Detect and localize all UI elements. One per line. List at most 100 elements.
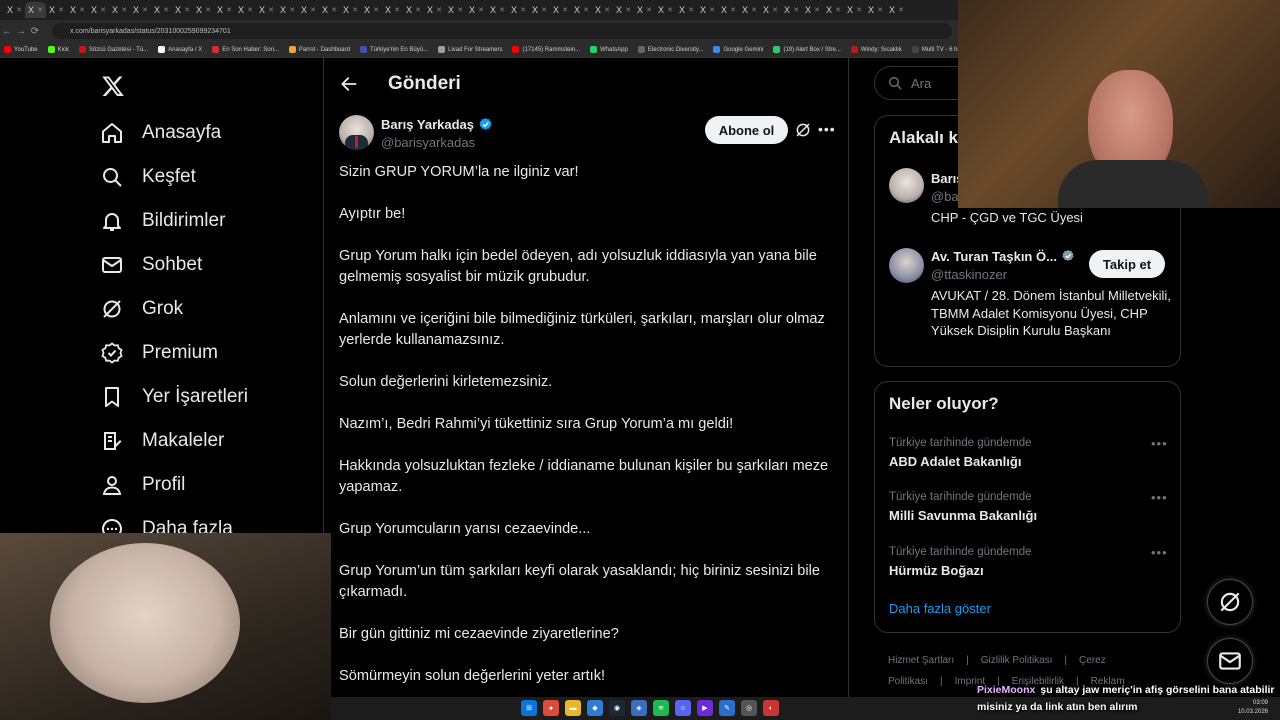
browser-tab[interactable]: X ✕	[550, 2, 571, 18]
close-icon[interactable]: ✕	[247, 6, 253, 14]
sidebar-item-premium[interactable]: Premium	[100, 338, 218, 368]
close-icon[interactable]: ✕	[58, 6, 64, 14]
bookmark-item[interactable]: Electronic Diversity...	[637, 46, 703, 53]
follow-button[interactable]: Takip et	[1089, 250, 1165, 278]
browser-tab[interactable]: X ✕	[67, 2, 88, 18]
close-icon[interactable]: ✕	[184, 6, 190, 14]
close-icon[interactable]: ✕	[415, 6, 421, 14]
app-icon[interactable]: ◎	[741, 700, 757, 716]
browser-tab[interactable]: X ✕	[886, 2, 907, 18]
bookmark-item[interactable]: (17145) Rammstein...	[512, 46, 580, 53]
close-icon[interactable]: ✕	[100, 6, 106, 14]
close-icon[interactable]: ✕	[793, 6, 799, 14]
close-icon[interactable]: ✕	[310, 6, 316, 14]
close-icon[interactable]: ✕	[457, 6, 463, 14]
close-icon[interactable]: ✕	[751, 6, 757, 14]
close-icon[interactable]: ✕	[688, 6, 694, 14]
browser-tab[interactable]: X ✕	[130, 2, 151, 18]
browser-tab[interactable]: X ✕	[361, 2, 382, 18]
bookmark-item[interactable]: Türkiye'nin En Büyü...	[359, 46, 428, 53]
related-handle[interactable]: @ba	[931, 189, 959, 204]
close-icon[interactable]: ✕	[541, 6, 547, 14]
browser-tab[interactable]: X ✕	[655, 2, 676, 18]
close-icon[interactable]: ✕	[646, 6, 652, 14]
close-icon[interactable]: ✕	[709, 6, 715, 14]
browser-tab[interactable]: X ✕	[634, 2, 655, 18]
browser-tab[interactable]: X ✕	[109, 2, 130, 18]
trend-item[interactable]: Hürmüz Boğazı	[889, 563, 984, 578]
bookmark-item[interactable]: Kick	[47, 46, 69, 53]
close-icon[interactable]: ✕	[121, 6, 127, 14]
related-handle[interactable]: @ttaskinozer	[931, 267, 1007, 282]
windows-start-icon[interactable]: ⊞	[521, 700, 537, 716]
browser-tab[interactable]: X ✕	[529, 2, 550, 18]
app-icon[interactable]: ✎	[719, 700, 735, 716]
close-icon[interactable]: ✕	[856, 6, 862, 14]
browser-tab[interactable]: X ✕	[508, 2, 529, 18]
browser-tab[interactable]: X ✕	[571, 2, 592, 18]
browser-tab[interactable]: X ✕	[172, 2, 193, 18]
sidebar-item-notifications[interactable]: Bildirimler	[100, 206, 225, 236]
author-avatar[interactable]	[339, 115, 374, 150]
bookmark-item[interactable]: Windy: Sıcaklık	[850, 46, 902, 53]
bookmark-item[interactable]: Parrot - Dashboard	[288, 46, 350, 53]
browser-tab[interactable]: X ✕	[25, 2, 46, 18]
close-icon[interactable]: ✕	[730, 6, 736, 14]
app-icon[interactable]: ◐	[763, 700, 779, 716]
url-field[interactable]: x.com/barisyarkadas/status/2031000259099…	[52, 23, 952, 39]
close-icon[interactable]: ✕	[814, 6, 820, 14]
close-icon[interactable]: ✕	[478, 6, 484, 14]
folder-icon[interactable]: ▬	[565, 700, 581, 716]
related-avatar[interactable]	[889, 248, 924, 283]
browser-tab[interactable]: X ✕	[319, 2, 340, 18]
close-icon[interactable]: ✕	[898, 6, 904, 14]
close-icon[interactable]: ✕	[289, 6, 295, 14]
author-handle[interactable]: @barisyarkadas	[381, 135, 475, 150]
browser-tab[interactable]: X ✕	[445, 2, 466, 18]
author-name[interactable]: Barış Yarkadaş	[381, 117, 474, 132]
footer-link[interactable]: Gizlilik Politikası	[981, 655, 1053, 666]
close-icon[interactable]: ✕	[163, 6, 169, 14]
discord-icon[interactable]: ☺	[675, 700, 691, 716]
close-icon[interactable]: ✕	[436, 6, 442, 14]
trend-more-icon[interactable]: •••	[1151, 545, 1168, 560]
sidebar-item-articles[interactable]: Makaleler	[100, 426, 224, 456]
browser-tab[interactable]: X ✕	[256, 2, 277, 18]
sidebar-item-grok[interactable]: Grok	[100, 294, 183, 324]
browser-tab[interactable]: X ✕	[235, 2, 256, 18]
close-icon[interactable]: ✕	[562, 6, 568, 14]
browser-tab[interactable]: X ✕	[214, 2, 235, 18]
steam-icon[interactable]: ◉	[609, 700, 625, 716]
close-icon[interactable]: ✕	[772, 6, 778, 14]
back-nav-icon[interactable]: ←	[0, 26, 14, 37]
close-icon[interactable]: ✕	[520, 6, 526, 14]
browser-tab[interactable]: X ✕	[151, 2, 172, 18]
app-icon[interactable]: ▶	[697, 700, 713, 716]
close-icon[interactable]: ✕	[142, 6, 148, 14]
browser-tab[interactable]: X ✕	[382, 2, 403, 18]
sidebar-item-bookmarks[interactable]: Yer İşaretleri	[100, 382, 248, 412]
trend-item[interactable]: Milli Savunma Bakanlığı	[889, 508, 1037, 523]
close-icon[interactable]: ✕	[37, 6, 43, 14]
browser-tab[interactable]: X ✕	[193, 2, 214, 18]
browser-tab[interactable]: X ✕	[844, 2, 865, 18]
close-icon[interactable]: ✕	[394, 6, 400, 14]
browser-tab[interactable]: X ✕	[676, 2, 697, 18]
reload-icon[interactable]: ⟳	[28, 26, 42, 37]
browser-tab[interactable]: X ✕	[592, 2, 613, 18]
close-icon[interactable]: ✕	[499, 6, 505, 14]
browser-tab[interactable]: X ✕	[277, 2, 298, 18]
related-avatar[interactable]	[889, 168, 924, 203]
browser-tab[interactable]: X ✕	[46, 2, 67, 18]
close-icon[interactable]: ✕	[667, 6, 673, 14]
close-icon[interactable]: ✕	[352, 6, 358, 14]
close-icon[interactable]: ✕	[835, 6, 841, 14]
close-icon[interactable]: ✕	[79, 6, 85, 14]
browser-tab[interactable]: X ✕	[466, 2, 487, 18]
footer-link[interactable]: Hizmet Şartları	[888, 655, 954, 666]
bookmark-item[interactable]: Multi TV - 6 haber	[911, 46, 960, 53]
messages-fab[interactable]	[1207, 638, 1253, 684]
close-icon[interactable]: ✕	[604, 6, 610, 14]
sidebar-item-profile[interactable]: Profil	[100, 470, 185, 500]
forward-nav-icon[interactable]: →	[14, 26, 28, 37]
